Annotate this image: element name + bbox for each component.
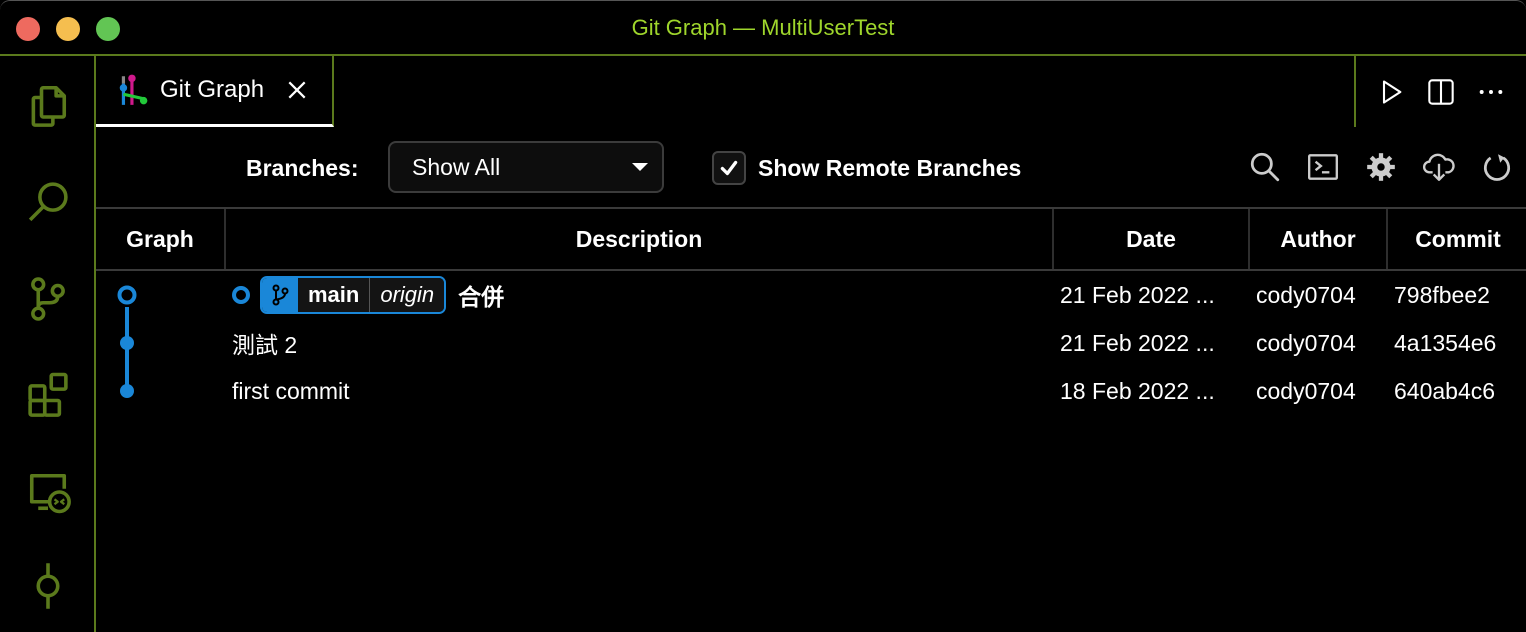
commit-date: 21 Feb 2022 ... (1060, 281, 1215, 308)
git-graph-icon (119, 74, 148, 105)
show-remote-branches-label[interactable]: Show Remote Branches (758, 155, 1021, 182)
commit-hash: 640ab4c6 (1394, 377, 1496, 404)
activity-extensions[interactable] (20, 366, 76, 422)
commit-date: 21 Feb 2022 ... (1060, 329, 1215, 356)
branches-dropdown-value: Show All (412, 153, 501, 180)
search-icon[interactable] (1248, 150, 1282, 184)
commit-message: first commit (232, 377, 350, 404)
commit-table: Graph Description Date Author Commit mai… (96, 207, 1526, 415)
terminal-icon[interactable] (1306, 150, 1340, 184)
show-remote-branches-checkbox[interactable] (712, 151, 746, 185)
play-icon[interactable] (1377, 78, 1405, 106)
remote-name: origin (370, 278, 445, 312)
remote-explorer-icon (29, 473, 71, 514)
window-title: Git Graph — MultiUserTest (631, 15, 895, 40)
branches-dropdown[interactable]: Show All (388, 141, 664, 193)
table-row[interactable]: first commit 18 Feb 2022 ... cody0704 64… (96, 367, 1526, 415)
checkmark-icon (720, 160, 738, 176)
title-bar: Git Graph — MultiUserTest (0, 1, 1526, 56)
branches-label: Branches: (246, 155, 359, 181)
refresh-icon[interactable] (1480, 150, 1514, 184)
branch-name: main (298, 278, 371, 312)
editor-tab-bar: Git Graph (96, 56, 1526, 127)
commit-message: 合併 (458, 284, 505, 310)
git-graph-toolbar (1226, 147, 1526, 187)
split-editor-icon[interactable] (1427, 78, 1455, 106)
column-header-author[interactable]: Author (1250, 209, 1388, 269)
commit-description: main origin 合併 (232, 271, 504, 319)
activity-bar (0, 56, 96, 632)
head-indicator-icon (232, 286, 250, 304)
chevron-down-icon (632, 163, 648, 171)
table-row[interactable]: main origin 合併 21 Feb 2022 ... cody0704 … (96, 271, 1526, 319)
files-icon (31, 85, 67, 127)
activity-search[interactable] (20, 174, 76, 230)
commit-hash: 798fbee2 (1394, 281, 1490, 308)
activity-remote-explorer[interactable] (20, 464, 76, 520)
vscode-window: Git Graph — MultiUserTest Git Graph Bran… (0, 0, 1526, 632)
search-icon (28, 182, 68, 222)
column-header-description[interactable]: Description (226, 209, 1054, 269)
commit-hash: 4a1354e6 (1394, 329, 1497, 356)
column-header-graph[interactable]: Graph (96, 209, 226, 269)
commit-author: cody0704 (1256, 329, 1356, 356)
commit-author: cody0704 (1256, 281, 1356, 308)
commit-author: cody0704 (1256, 377, 1356, 404)
column-header-date[interactable]: Date (1054, 209, 1250, 269)
table-row[interactable]: 測試 2 21 Feb 2022 ... cody0704 4a1354e6 (96, 319, 1526, 367)
cloud-download-icon[interactable] (1422, 150, 1456, 184)
editor-actions (1354, 56, 1526, 127)
activity-timeline[interactable] (20, 558, 76, 614)
commit-message: 測試 2 (232, 332, 298, 358)
source-control-icon (31, 277, 65, 321)
extensions-icon (28, 372, 68, 417)
activity-source-control[interactable] (20, 271, 76, 327)
tab-git-graph[interactable]: Git Graph (96, 56, 334, 127)
branch-ref-badge[interactable]: main origin (260, 276, 447, 314)
gear-icon[interactable] (1364, 150, 1398, 184)
git-commit-icon (36, 563, 60, 609)
column-header-commit[interactable]: Commit (1388, 209, 1526, 269)
commit-date: 18 Feb 2022 ... (1060, 377, 1215, 404)
activity-explorer[interactable] (20, 76, 76, 132)
close-icon[interactable] (286, 79, 308, 101)
tab-label: Git Graph (160, 76, 265, 103)
ellipsis-icon[interactable] (1477, 78, 1505, 106)
git-graph-controls: Branches: Show All Show Remote Branches (96, 127, 1526, 207)
branch-icon (262, 278, 298, 312)
table-header: Graph Description Date Author Commit (96, 207, 1526, 271)
